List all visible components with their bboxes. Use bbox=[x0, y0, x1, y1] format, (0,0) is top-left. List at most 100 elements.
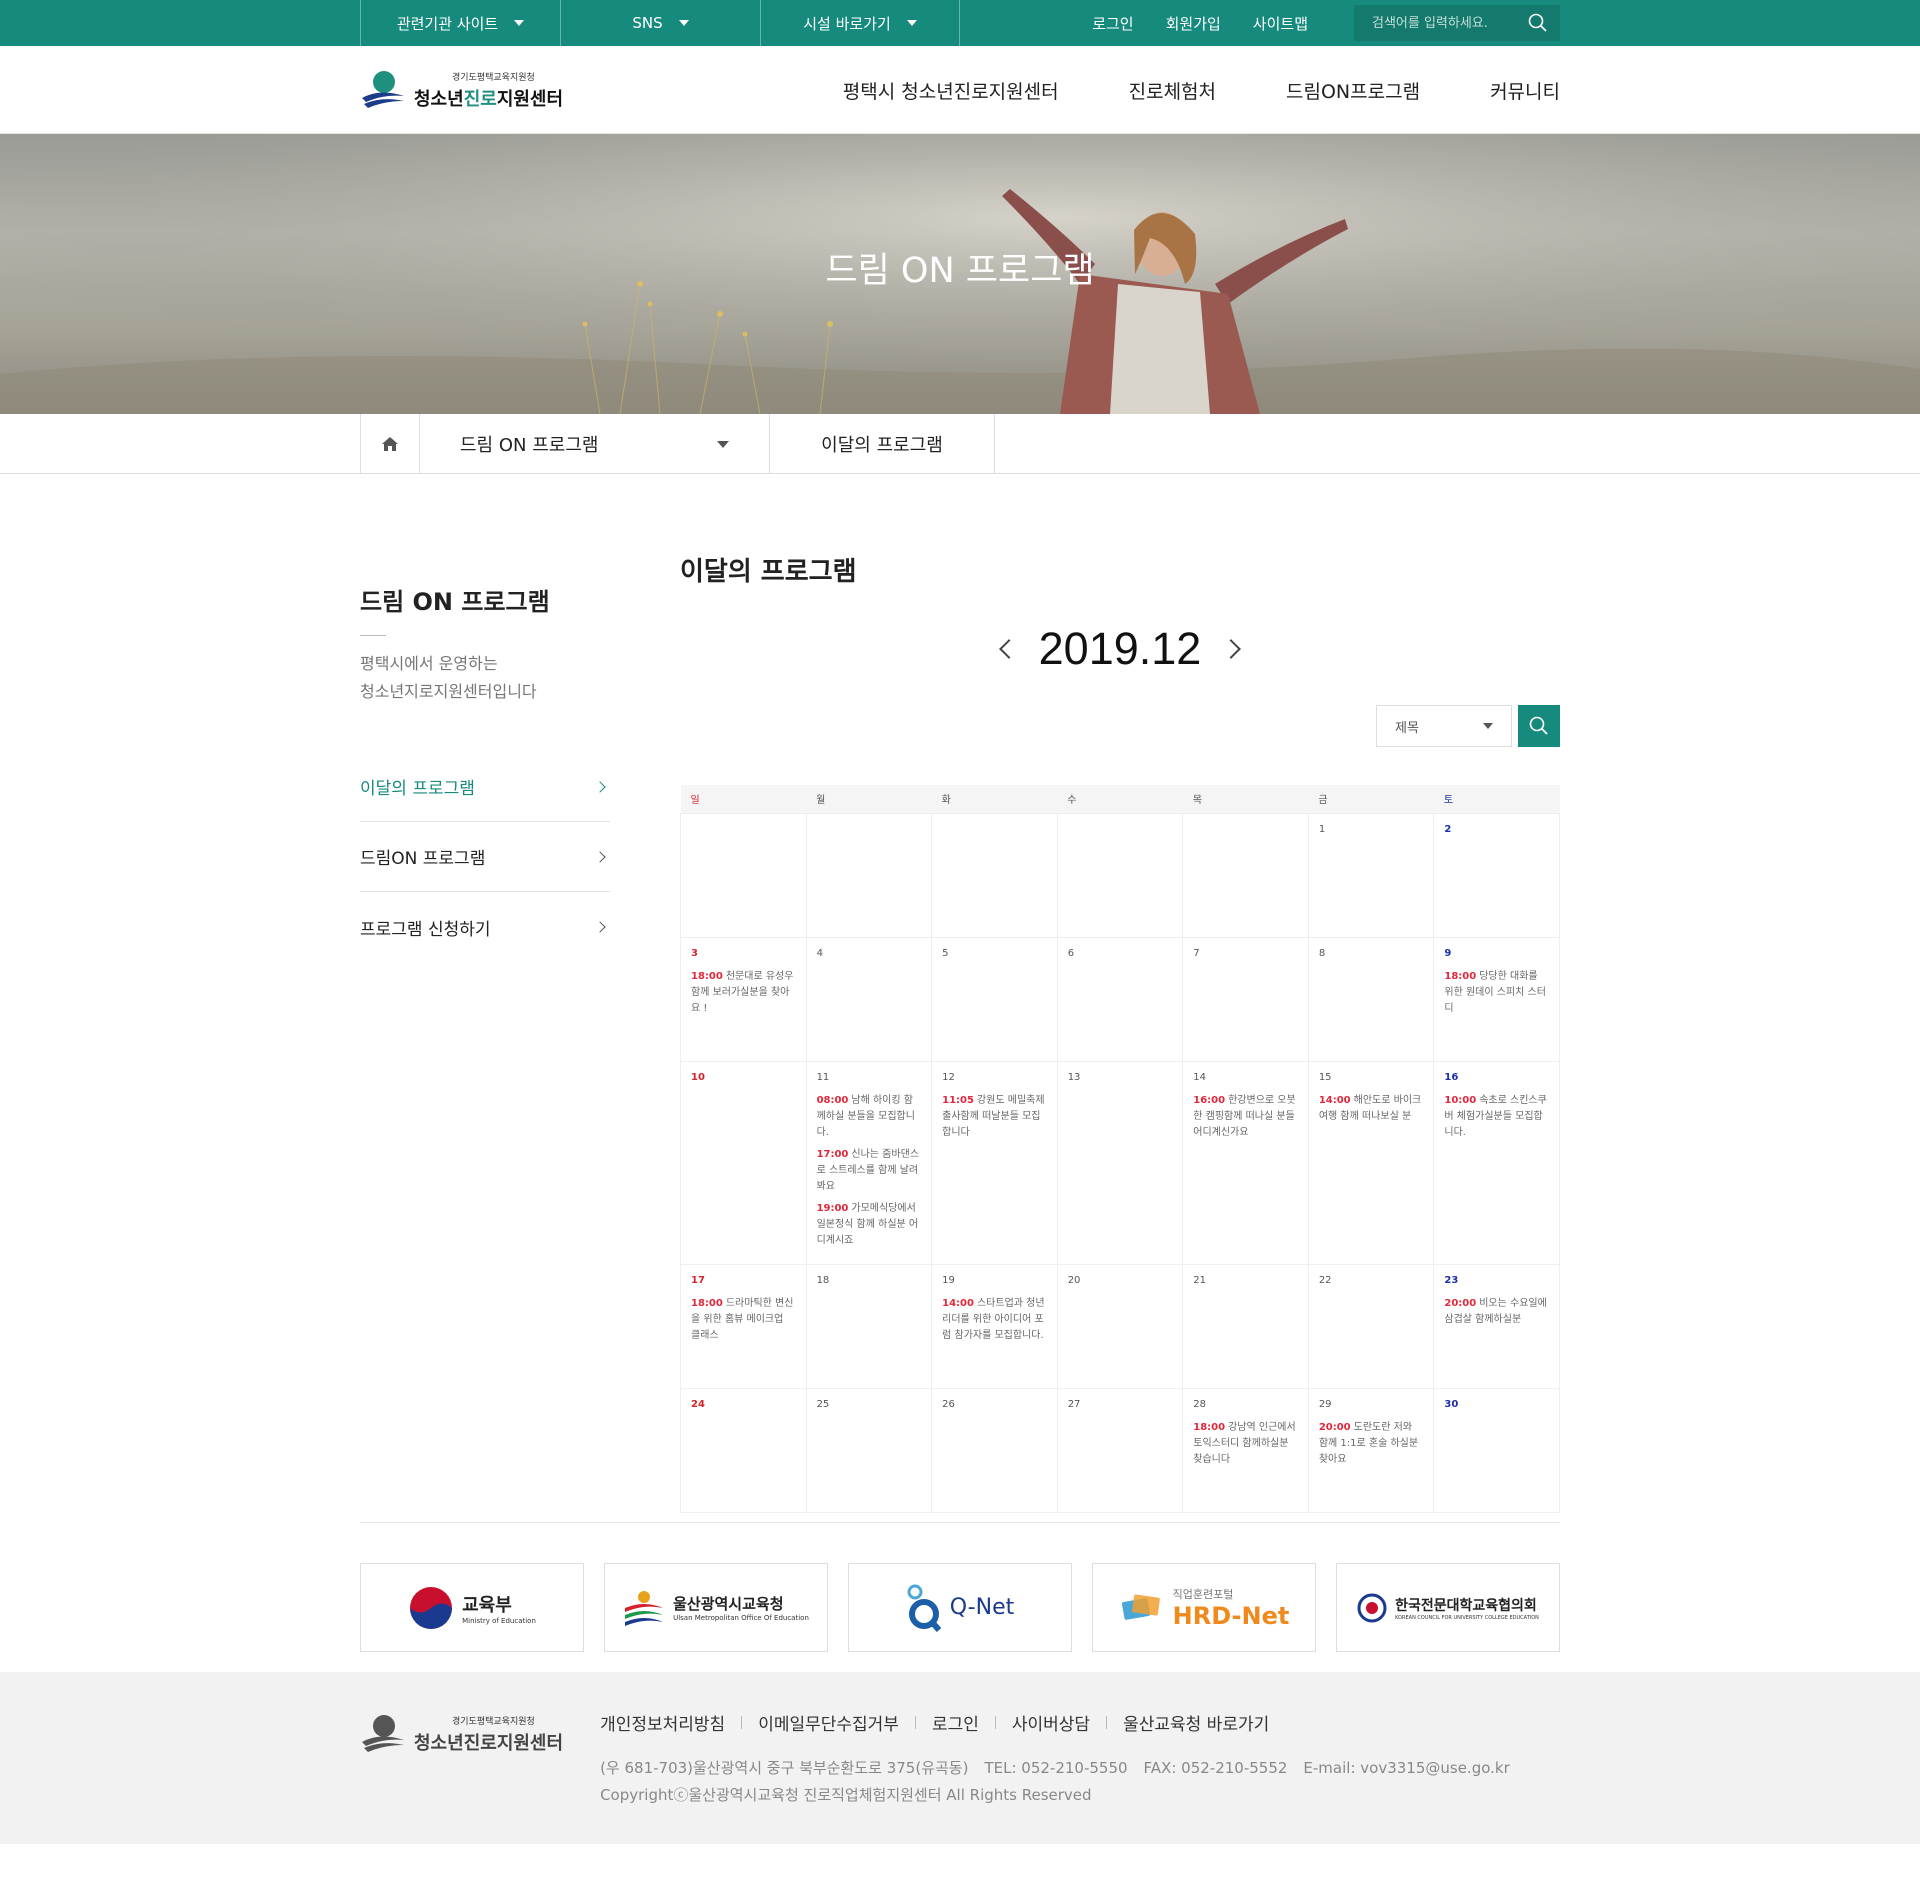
calendar-event[interactable]: 20:00 비오는 수요일에 삼겹살 함께하실분 bbox=[1444, 1296, 1549, 1328]
footer-link-ulsan-edu[interactable]: 울산교육청 바로가기 bbox=[1123, 1710, 1269, 1735]
nav-item-experience[interactable]: 진로체험처 bbox=[1129, 77, 1216, 104]
footer-divider bbox=[1106, 1716, 1108, 1729]
footer-link-email-policy[interactable]: 이메일무단수집거부 bbox=[758, 1710, 899, 1735]
kcce-emblem-icon bbox=[1357, 1593, 1387, 1622]
sidebar-item-dream-on-program[interactable]: 드림ON 프로그램 bbox=[360, 822, 610, 892]
calendar-event[interactable]: 18:00 천문대로 유성우 함께 보러가실분을 찾아요 ! bbox=[691, 969, 796, 1017]
calendar-event[interactable]: 18:00 당당한 대화를 위한 원데이 스피치 스터디 bbox=[1444, 969, 1549, 1017]
sns-dropdown[interactable]: SNS bbox=[560, 0, 760, 46]
calendar-day-cell: 27 bbox=[1056, 1387, 1184, 1513]
site-header: 경기도평택교육지원청 청소년진로지원센터 평택시 청소년진로지원센터 진로체험처… bbox=[0, 46, 1920, 134]
event-time: 14:00 bbox=[942, 1297, 974, 1309]
calendar-event[interactable]: 19:00 가모메식당에서 일본정식 함께 하실분 어디계시죠 bbox=[817, 1201, 922, 1249]
top-search-input[interactable] bbox=[1372, 15, 1528, 31]
day-number: 27 bbox=[1067, 1398, 1081, 1410]
top-utility-bar: 관련기관 사이트 SNS 시설 바로가기 로그인 회원가입 사이트맵 bbox=[0, 0, 1920, 46]
location-bar: 드림 ON 프로그램 이달의 프로그램 bbox=[0, 414, 1920, 474]
calendar-day-cell: 14 16:00 한강변으로 오붓한 캠핑함께 떠나실 분들 어디계신가요 bbox=[1182, 1060, 1309, 1265]
footer-address: (우 681-703)울산광역시 중구 북부순환도로 375(유곡동) TEL: … bbox=[600, 1759, 1510, 1804]
day-number: 20 bbox=[1067, 1274, 1081, 1286]
chevron-right-icon bbox=[1221, 639, 1242, 659]
day-number: 7 bbox=[1193, 947, 1200, 959]
month-navigator: 2019.12 bbox=[680, 623, 1560, 675]
day-number: 13 bbox=[1067, 1071, 1081, 1083]
nav-item-center[interactable]: 평택시 청소년진로지원센터 bbox=[843, 77, 1059, 104]
next-month-button[interactable] bbox=[1221, 636, 1247, 662]
caret-down-icon bbox=[514, 20, 525, 26]
day-number: 16 bbox=[1444, 1071, 1459, 1083]
calendar-event[interactable]: 10:00 속초로 스킨스쿠버 체험가실분들 모집합니다. bbox=[1444, 1093, 1549, 1141]
footer-link-privacy[interactable]: 개인정보처리방침 bbox=[600, 1710, 725, 1735]
calendar-event[interactable]: 14:00 스타트업과 청년리더를 위한 아이디어 포럼 참가자를 모집합니다. bbox=[942, 1296, 1047, 1344]
login-link[interactable]: 로그인 bbox=[1092, 13, 1133, 34]
partner-kcce-link[interactable]: 한국전문대학교육협의회 KOREAN COUNCIL FOR UNIVERSITY… bbox=[1336, 1563, 1560, 1652]
calendar-day-cell: 11 08:00 남해 하이킹 함께하실 분들을 모집합니다. 17:00 신나는 줌바… bbox=[805, 1060, 933, 1265]
weekday-header: 토 bbox=[1433, 785, 1560, 814]
calendar-event[interactable]: 18:00 드라마틱한 변신을 위한 홈뷰 메이크업 클래스 bbox=[691, 1296, 796, 1344]
calendar-day-cell: 30 bbox=[1433, 1387, 1560, 1513]
home-button[interactable] bbox=[360, 414, 420, 474]
related-sites-dropdown[interactable]: 관련기관 사이트 bbox=[360, 0, 560, 46]
day-number: 15 bbox=[1318, 1071, 1332, 1083]
nav-item-community[interactable]: 커뮤니티 bbox=[1490, 77, 1560, 104]
day-number: 10 bbox=[691, 1071, 705, 1083]
search-field-select[interactable]: 제목 bbox=[1376, 705, 1512, 747]
partner-qnet-link[interactable]: Q-Net bbox=[848, 1563, 1072, 1652]
day-number: 30 bbox=[1444, 1398, 1459, 1410]
calendar-event[interactable]: 18:00 강남역 인근에서 토익스터디 함께하실분 찾습니다 bbox=[1193, 1420, 1298, 1468]
section-select[interactable]: 드림 ON 프로그램 bbox=[420, 414, 770, 474]
program-calendar: 일 월 화 수 목 금 토 1 2 3 18:00 천문대로 유성우 함께 보러가실분을… bbox=[680, 785, 1560, 1513]
calendar-day-cell: 23 20:00 비오는 수요일에 삼겹살 함께하실분 bbox=[1433, 1263, 1560, 1389]
event-time: 17:00 bbox=[816, 1148, 849, 1160]
home-icon bbox=[382, 437, 398, 451]
facility-shortcut-dropdown[interactable]: 시설 바로가기 bbox=[760, 0, 960, 46]
calendar-day-cell: 18 bbox=[805, 1263, 933, 1389]
current-page-select[interactable]: 이달의 프로그램 bbox=[770, 414, 995, 474]
partner-hrdnet-link[interactable]: 직업훈련포털 HRD-Net bbox=[1092, 1563, 1316, 1652]
site-logo[interactable]: 경기도평택교육지원청 청소년진로지원센터 bbox=[360, 68, 563, 112]
day-number: 18 bbox=[816, 1274, 830, 1286]
search-icon[interactable] bbox=[1528, 13, 1548, 33]
calendar-day-cell: 25 bbox=[805, 1387, 933, 1513]
calendar-event[interactable]: 14:00 해안도로 바이크 여행 함께 떠나보실 분 bbox=[1319, 1093, 1424, 1125]
calendar-day-cell: 19 14:00 스타트업과 청년리더를 위한 아이디어 포럼 참가자를 모집합니다… bbox=[931, 1263, 1058, 1389]
sitemap-link[interactable]: 사이트맵 bbox=[1253, 13, 1308, 34]
sidebar-item-program-apply[interactable]: 프로그램 신청하기 bbox=[360, 892, 610, 962]
sidebar-desc: 평택시에서 운영하는 청소년지로지원센터입니다 bbox=[360, 654, 537, 701]
calendar-event[interactable]: 08:00 남해 하이킹 함께하실 분들을 모집합니다. bbox=[817, 1093, 922, 1141]
day-number: 12 bbox=[942, 1071, 955, 1083]
weekday-header: 수 bbox=[1057, 785, 1183, 814]
footer-link-cyber-counsel[interactable]: 사이버상담 bbox=[1012, 1710, 1090, 1735]
calendar-event[interactable]: 17:00 신나는 줌바댄스로 스트레스를 함께 날려봐요 bbox=[817, 1147, 922, 1195]
sidebar-item-monthly-program[interactable]: 이달의 프로그램 bbox=[360, 752, 610, 822]
signup-link[interactable]: 회원가입 bbox=[1166, 13, 1221, 34]
calendar-event[interactable]: 11:05 강원도 메밀축제 출사함께 떠날분들 모집합니다 bbox=[942, 1093, 1047, 1141]
partner-ulsan-edu-link[interactable]: 울산광역시교육청 Ulsan Metropolitan Office Of Edu… bbox=[604, 1563, 828, 1652]
logo-emblem-icon bbox=[362, 1715, 404, 1752]
calendar-day-cell bbox=[805, 812, 933, 938]
footer-link-login[interactable]: 로그인 bbox=[932, 1710, 979, 1735]
event-time: 10:00 bbox=[1444, 1094, 1477, 1106]
current-month: 2019.12 bbox=[1038, 623, 1202, 674]
nav-item-dream-on[interactable]: 드림ON프로그램 bbox=[1286, 77, 1420, 104]
footer-info: 개인정보처리방침 이메일무단수집거부 로그인 사이버상담 울산교육청 바로가기 … bbox=[600, 1710, 1526, 1809]
calendar-week-row: 24 25 26 27 28 18:00 강남역 인근에서 토익스터디 함께하실분 찾습니다… bbox=[680, 1387, 1560, 1513]
day-number: 28 bbox=[1193, 1398, 1206, 1410]
top-search-box bbox=[1354, 5, 1560, 41]
calendar-search-button[interactable] bbox=[1518, 705, 1560, 747]
calendar-day-cell: 8 bbox=[1307, 936, 1435, 1062]
footer-links: 개인정보처리방침 이메일무단수집거부 로그인 사이버상담 울산교육청 바로가기 bbox=[600, 1710, 1526, 1735]
hero-title: 드림 ON 프로그램 bbox=[825, 251, 1095, 291]
caret-down-icon bbox=[1483, 723, 1493, 729]
sidebar-title: 드림 ON 프로그램 bbox=[360, 588, 550, 616]
calendar-day-cell: 5 bbox=[931, 936, 1058, 1062]
event-time: 18:00 bbox=[1193, 1421, 1226, 1433]
calendar-event[interactable]: 16:00 한강변으로 오붓한 캠핑함께 떠나실 분들 어디계신가요 bbox=[1193, 1093, 1298, 1141]
calendar-event[interactable]: 20:00 도란도란 저와 함께 1:1로 혼술 하실분 찾아요 bbox=[1319, 1420, 1424, 1468]
calendar-day-cell: 28 18:00 강남역 인근에서 토익스터디 함께하실분 찾습니다 bbox=[1182, 1387, 1309, 1513]
partner-moe-link[interactable]: 교육부 Ministry of Education bbox=[360, 1563, 584, 1652]
footer-divider bbox=[741, 1716, 743, 1729]
day-number: 5 bbox=[942, 947, 949, 959]
event-time: 08:00 bbox=[816, 1094, 849, 1106]
prev-month-button[interactable] bbox=[993, 636, 1019, 662]
